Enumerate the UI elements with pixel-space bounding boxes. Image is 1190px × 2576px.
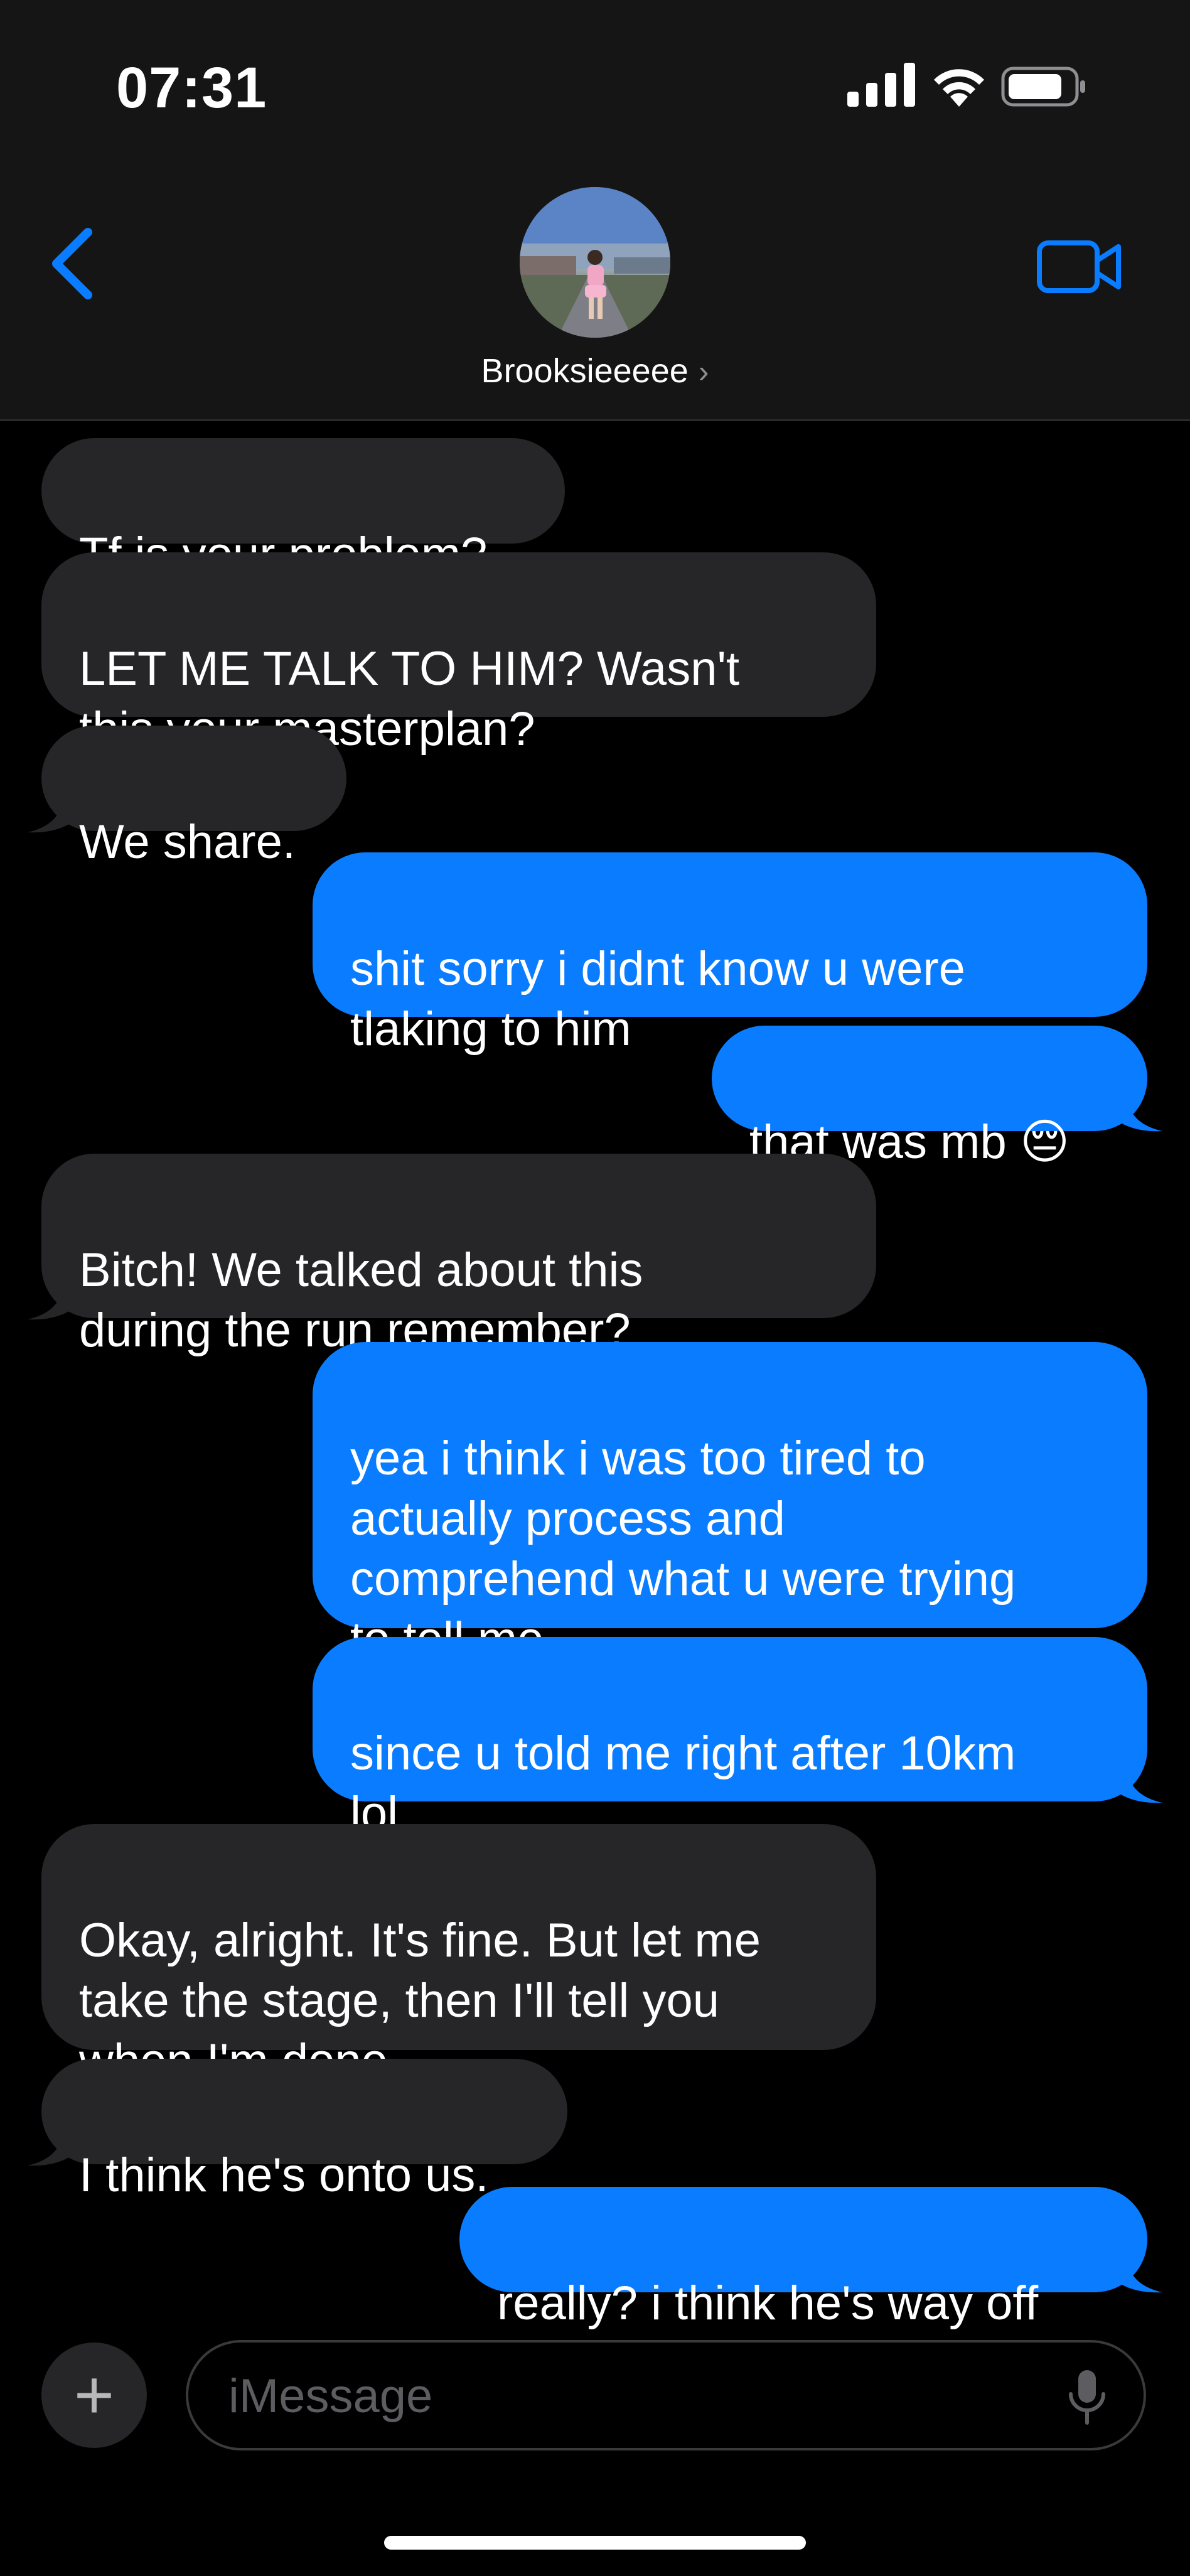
plus-icon: +	[73, 2356, 115, 2434]
video-call-icon[interactable]	[1036, 235, 1123, 298]
message-bubble-received[interactable]: Bitch! We talked about this during the r…	[41, 1154, 876, 1357]
bubble-tail	[1115, 1766, 1162, 1803]
message-bubble-sent[interactable]: that was mb 😔	[712, 1026, 1147, 1169]
microphone-icon[interactable]	[1067, 2368, 1107, 2428]
message-bubble-sent[interactable]: yea i think i was too tired to actually …	[313, 1342, 1147, 1666]
cellular-signal-icon	[847, 63, 915, 107]
message-text: Bitch! We talked about this during the r…	[79, 1243, 643, 1357]
message-text: yea i think i was too tired to actually …	[350, 1432, 1016, 1666]
status-time: 07:31	[116, 56, 267, 120]
message-text: since u told me right after 10km lol	[350, 1727, 1016, 1840]
message-bubble-sent[interactable]: really? i think he's way off	[459, 2187, 1147, 2330]
bubble-tail	[28, 2129, 75, 2166]
message-bubble-received[interactable]: LET ME TALK TO HIM? Wasn't this your mas…	[41, 552, 876, 756]
battery-icon	[1001, 67, 1085, 107]
message-bubble-received[interactable]: We share.	[41, 726, 346, 869]
bubble-tail	[1115, 2256, 1162, 2293]
message-text: I think he's onto us.	[79, 2149, 489, 2202]
add-attachment-button[interactable]: +	[41, 2343, 147, 2448]
wifi-icon	[934, 69, 984, 107]
message-input-placeholder: iMessage	[228, 2369, 433, 2423]
status-icons	[847, 63, 1092, 113]
message-bubble-received[interactable]: I think he's onto us.	[41, 2059, 567, 2202]
message-bubble-sent[interactable]: shit sorry i didnt know u were tlaking t…	[313, 852, 1147, 1056]
home-indicator	[384, 2536, 806, 2550]
bubble-tail	[28, 796, 75, 833]
message-bubble-sent[interactable]: since u told me right after 10km lol	[313, 1637, 1147, 1840]
chevron-right-icon: ›	[698, 354, 709, 389]
conversation-header: 07:31 Brooksieeeee ›	[0, 0, 1190, 421]
back-chevron-icon[interactable]	[44, 226, 107, 301]
contact-name[interactable]: Brooksieeeee	[481, 352, 689, 390]
message-bubble-received[interactable]: Tf is your problem?	[41, 438, 565, 581]
message-text: We share.	[79, 815, 296, 869]
bubble-tail	[1115, 1095, 1162, 1132]
contact-name-row[interactable]: Brooksieeeee ›	[0, 352, 1190, 390]
message-input[interactable]: iMessage	[186, 2340, 1146, 2450]
message-text: really? i think he's way off	[497, 2277, 1039, 2330]
message-bubble-received[interactable]: Okay, alright. It's fine. But let me tak…	[41, 1824, 876, 2088]
bubble-tail	[28, 1283, 75, 1320]
avatar[interactable]	[520, 187, 670, 338]
